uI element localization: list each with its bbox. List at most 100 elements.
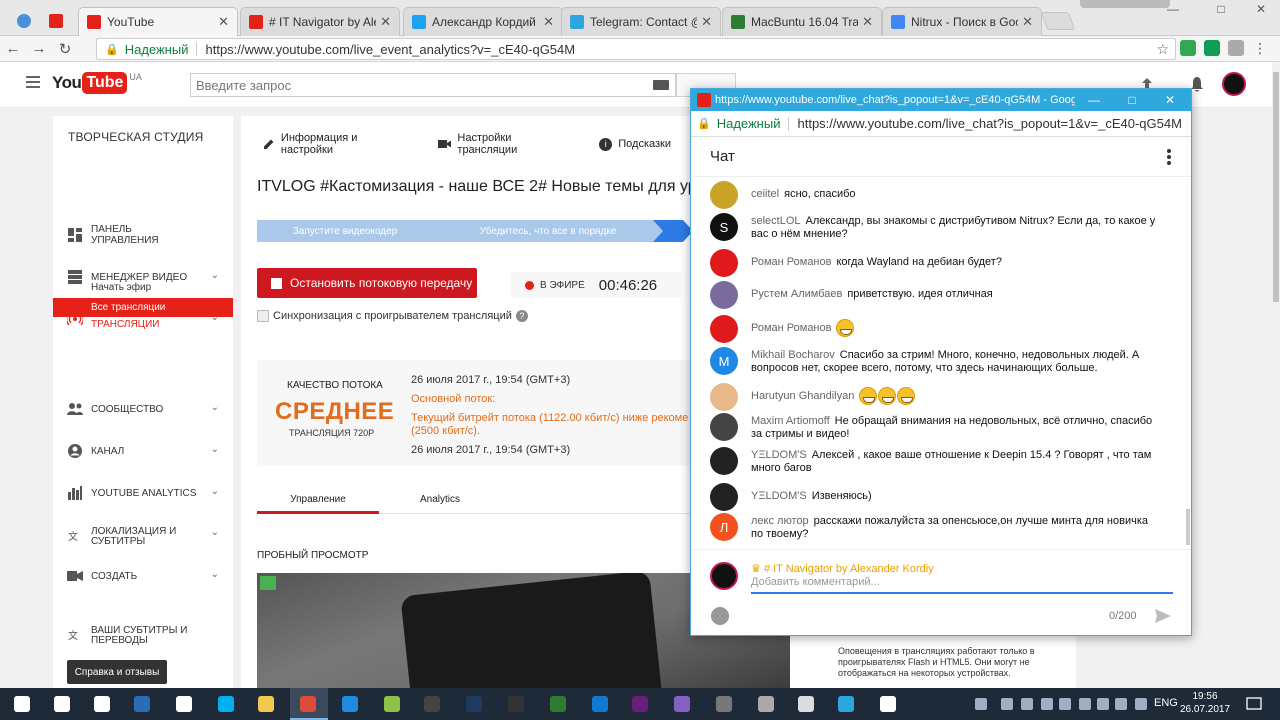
extension-icon[interactable]: [1204, 40, 1220, 56]
youtube-logo[interactable]: You Tube UA: [52, 72, 142, 94]
chat-author[interactable]: Рустем Алимбаев: [751, 288, 842, 300]
chat-author[interactable]: YΞLDOM'S: [751, 449, 807, 461]
chat-scroll-thumb[interactable]: [1186, 509, 1190, 545]
popup-close-button[interactable]: ✕: [1151, 89, 1189, 111]
browser-tab[interactable]: MacBuntu 16.04 Transfo✕: [722, 7, 882, 36]
sidebar-sub-all-streams[interactable]: Все трансляции: [53, 298, 233, 317]
forward-button[interactable]: →: [26, 36, 52, 62]
chat-avatar[interactable]: [710, 447, 738, 475]
chat-author[interactable]: Роман Романов: [751, 256, 831, 268]
app-icon[interactable]: [796, 694, 816, 714]
tab-close-icon[interactable]: ✕: [380, 14, 391, 30]
browser-tab[interactable]: Александр Кордий (@s ✕: [403, 7, 563, 36]
chat-author[interactable]: Роман Романов: [751, 322, 831, 334]
browser-tab[interactable]: YouTube ✕: [78, 7, 238, 36]
chat-avatar[interactable]: S: [710, 213, 738, 241]
chat-avatar[interactable]: Л: [710, 513, 738, 541]
browser-tab[interactable]: Nitrux - Поиск в Google ✕: [882, 7, 1042, 36]
action-center-icon[interactable]: [1244, 694, 1264, 714]
system-clock[interactable]: 19:56 26.07.2017: [1180, 690, 1230, 716]
visual-studio-icon[interactable]: [672, 694, 692, 714]
extension-icon[interactable]: [1180, 40, 1196, 56]
photoshop-icon[interactable]: [464, 694, 484, 714]
close-window-button[interactable]: ✕: [1240, 0, 1280, 18]
chat-avatar[interactable]: [710, 249, 738, 277]
chat-author[interactable]: Mikhail Bocharov: [751, 349, 835, 361]
chat-author[interactable]: лекс лютор: [751, 515, 809, 527]
chat-author[interactable]: ceiitel: [751, 188, 779, 200]
tab-close-icon[interactable]: ✕: [1022, 14, 1033, 30]
app-icon[interactable]: [714, 694, 734, 714]
message-icon[interactable]: [1134, 694, 1148, 714]
task-view-icon[interactable]: [92, 694, 112, 714]
chat-avatar[interactable]: M: [710, 347, 738, 375]
chat-menu-icon[interactable]: [1167, 149, 1171, 167]
volume-icon[interactable]: [1114, 694, 1128, 714]
sidebar-item[interactable]: 文 Ваши субтитры и переводы: [53, 623, 233, 649]
tab-info-settings[interactable]: Информация и настройки: [263, 132, 412, 156]
file-explorer-icon[interactable]: [256, 694, 276, 714]
sidebar-item[interactable]: YouTube Analytics ⌄: [53, 482, 233, 504]
tab-close-icon[interactable]: ✕: [543, 14, 554, 30]
sync-checkbox[interactable]: [257, 310, 269, 322]
chrome-icon[interactable]: [298, 694, 318, 714]
vscode-icon[interactable]: [590, 694, 610, 714]
app-tray-icon[interactable]: [1040, 694, 1054, 714]
network-icon[interactable]: [1096, 694, 1110, 714]
chat-avatar[interactable]: [710, 281, 738, 309]
telegram-icon[interactable]: [836, 694, 856, 714]
chat-avatar[interactable]: [710, 483, 738, 511]
tab-analytics[interactable]: Analytics: [420, 494, 460, 505]
mail-icon[interactable]: [174, 694, 194, 714]
minimize-button[interactable]: —: [1152, 0, 1194, 18]
chat-avatar[interactable]: [710, 413, 738, 441]
app-icon[interactable]: [756, 694, 776, 714]
tab-stream-settings[interactable]: Настройки трансляции: [437, 132, 574, 156]
chevron-down-icon[interactable]: ⌄: [211, 444, 219, 455]
chrome-tray-icon[interactable]: [1000, 694, 1014, 714]
reload-button[interactable]: ↻: [52, 36, 78, 62]
popup-maximize-button[interactable]: □: [1113, 89, 1151, 111]
maximize-button[interactable]: □: [1200, 0, 1242, 18]
app-icon[interactable]: [548, 694, 568, 714]
new-tab-button[interactable]: [1040, 12, 1076, 30]
pinned-tab-opera[interactable]: [44, 8, 68, 34]
account-avatar[interactable]: [1222, 72, 1246, 96]
chat-author[interactable]: Harutyun Ghandilyan: [751, 390, 854, 402]
tab-manage[interactable]: Управление: [257, 494, 379, 514]
app-tray-icon[interactable]: [1078, 694, 1092, 714]
app-tray-icon[interactable]: [1020, 694, 1034, 714]
chat-author[interactable]: YΞLDOM'S: [751, 490, 807, 502]
app-icon[interactable]: [382, 694, 402, 714]
sidebar-item[interactable]: Сообщество ⌄: [53, 398, 233, 420]
chevron-down-icon[interactable]: ⌄: [211, 569, 219, 580]
bookmark-star-icon[interactable]: ☆: [1156, 41, 1169, 58]
chat-avatar[interactable]: [710, 383, 738, 411]
search-icon[interactable]: [52, 694, 72, 714]
browser-tab[interactable]: Telegram: Contact @it_n ✕: [561, 7, 721, 36]
sync-option[interactable]: Синхронизация с проигрывателем трансляци…: [257, 310, 528, 322]
chat-avatar[interactable]: [710, 315, 738, 343]
address-bar[interactable]: 🔒 Надежный https://www.youtube.com/live_…: [96, 38, 1176, 60]
chat-author[interactable]: selectLOL: [751, 215, 801, 227]
extension-icon[interactable]: [1228, 40, 1244, 56]
settings-gear-icon[interactable]: [878, 694, 898, 714]
hamburger-icon[interactable]: [26, 76, 40, 88]
menu-kebab-icon[interactable]: ⋮: [1252, 40, 1268, 56]
visual-studio-icon[interactable]: [630, 694, 650, 714]
sidebar-item[interactable]: Канал ⌄: [53, 440, 233, 462]
keyboard-language[interactable]: ENG: [1154, 697, 1178, 709]
start-windows-icon[interactable]: [12, 694, 32, 714]
browser-tab[interactable]: # IT Navigator by Alexan ✕: [240, 7, 400, 36]
sidebar-item[interactable]: Создать ⌄: [53, 565, 233, 587]
help-icon[interactable]: ?: [515, 310, 528, 322]
chat-avatar[interactable]: [710, 181, 738, 209]
sidebar-item[interactable]: 文 Локализация и субтитры ⌄: [53, 524, 233, 550]
send-icon[interactable]: [1153, 606, 1173, 626]
powershell-icon[interactable]: [132, 694, 152, 714]
chevron-down-icon[interactable]: ⌄: [211, 528, 219, 538]
popup-address-bar[interactable]: 🔒 Надежный https://www.youtube.com/live_…: [691, 111, 1191, 137]
stop-stream-button[interactable]: Остановить потоковую передачу: [257, 268, 477, 298]
onedrive-icon[interactable]: [1058, 694, 1072, 714]
page-scroll-thumb[interactable]: [1273, 72, 1279, 302]
